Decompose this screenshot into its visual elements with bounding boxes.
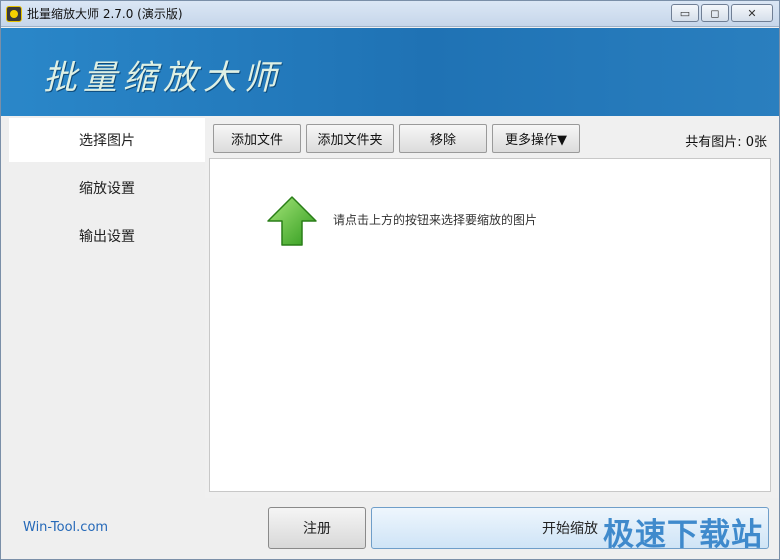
maximize-icon: ◻ — [710, 6, 720, 20]
sidebar: 选择图片 缩放设置 输出设置 — [1, 116, 205, 498]
banner-title: 批量缩放大师 — [43, 58, 283, 98]
app-logo-icon — [6, 5, 22, 22]
app-window: 批量缩放大师 2.7.0 (演示版) ▭ ◻ ✕ 批量缩放大师 选择图片 缩放设… — [0, 0, 780, 560]
sidebar-item-label: 输出设置 — [79, 229, 135, 245]
upload-arrow-icon — [267, 196, 317, 246]
close-icon: ✕ — [747, 6, 757, 20]
sidebar-item-label: 选择图片 — [79, 133, 135, 149]
add-folder-button[interactable]: 添加文件夹 — [306, 124, 394, 153]
empty-list-hint: 请点击上方的按钮来选择要缩放的图片 — [333, 213, 538, 227]
sidebar-item-select-images[interactable]: 选择图片 — [9, 118, 205, 162]
minimize-icon: ▭ — [679, 6, 691, 20]
image-count: 共有图片: 0张 — [685, 135, 767, 150]
add-file-button[interactable]: 添加文件 — [213, 124, 301, 153]
title-bar[interactable]: 批量缩放大师 2.7.0 (演示版) ▭ ◻ ✕ — [1, 1, 779, 27]
minimize-button[interactable]: ▭ — [671, 4, 699, 22]
maximize-button[interactable]: ◻ — [701, 4, 729, 22]
register-button[interactable]: 注册 — [268, 507, 366, 549]
start-resize-label: 开始缩放 — [542, 521, 598, 537]
more-actions-dropdown[interactable]: 更多操作▼ — [492, 124, 580, 153]
footer-bar: Win-Tool.com 注册 开始缩放 极速下载站 — [1, 498, 779, 559]
sidebar-item-resize-settings[interactable]: 缩放设置 — [9, 166, 205, 210]
window-controls: ▭ ◻ ✕ — [671, 4, 773, 22]
watermark-logo: 极速下载站 — [603, 517, 763, 553]
sidebar-item-label: 缩放设置 — [79, 181, 135, 197]
close-button[interactable]: ✕ — [731, 4, 773, 22]
window-title: 批量缩放大师 2.7.0 (演示版) — [27, 7, 183, 21]
image-list-area[interactable]: 请点击上方的按钮来选择要缩放的图片 — [209, 158, 771, 492]
header-banner: 批量缩放大师 — [1, 28, 779, 116]
sidebar-item-output-settings[interactable]: 输出设置 — [9, 214, 205, 258]
remove-button[interactable]: 移除 — [399, 124, 487, 153]
website-link[interactable]: Win-Tool.com — [23, 520, 108, 535]
